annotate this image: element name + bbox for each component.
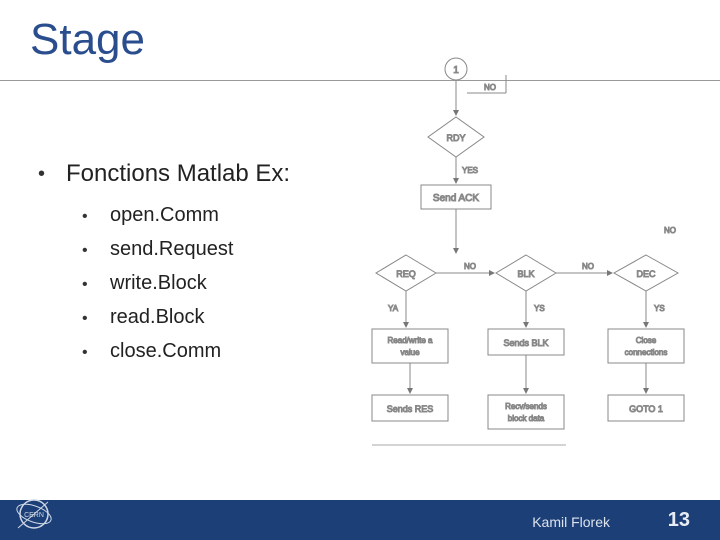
- logo-text: CERN: [24, 512, 44, 519]
- flow-sends-res: Sends RES: [387, 404, 434, 414]
- bullet-icon: •: [82, 340, 110, 366]
- bullet-icon: •: [82, 204, 110, 230]
- flow-dec: DEC: [636, 269, 656, 279]
- bullet-icon: •: [82, 306, 110, 332]
- svg-text:Read/write a: Read/write a: [388, 336, 433, 345]
- bullet-icon: •: [82, 272, 110, 298]
- content-block: • Fonctions Matlab Ex: •open.Comm •send.…: [38, 160, 368, 374]
- flow-no-1: NO: [464, 262, 476, 271]
- flow-no-side: NO: [664, 226, 676, 235]
- function-list: •open.Comm •send.Request •write.Block •r…: [82, 204, 368, 366]
- bullet-icon: •: [38, 160, 66, 188]
- flow-ys-2: YS: [654, 304, 665, 313]
- flow-sends-blk: Sends BLK: [503, 338, 548, 348]
- slide: Stage • Fonctions Matlab Ex: •open.Comm …: [0, 0, 720, 540]
- cern-logo-icon: CERN: [14, 494, 54, 534]
- flow-no-2: NO: [582, 262, 594, 271]
- footer-author: Kamil Florek: [532, 514, 610, 530]
- slide-title: Stage: [30, 15, 145, 65]
- list-item: •read.Block: [82, 306, 368, 332]
- fn-closecomm: close.Comm: [110, 340, 221, 363]
- fn-writeblock: write.Block: [110, 272, 207, 295]
- flow-rdy: RDY: [446, 133, 465, 143]
- list-item: •write.Block: [82, 272, 368, 298]
- list-item: •send.Request: [82, 238, 368, 264]
- svg-text:value: value: [400, 348, 420, 357]
- flow-req: REQ: [396, 269, 416, 279]
- svg-text:Close: Close: [636, 336, 657, 345]
- list-item: •open.Comm: [82, 204, 368, 230]
- section-heading: Fonctions Matlab Ex:: [66, 160, 290, 188]
- flow-start-out: NO: [484, 83, 496, 92]
- footer-bar: [0, 500, 720, 540]
- footer-page-number: 13: [668, 509, 690, 532]
- fn-readblock: read.Block: [110, 306, 205, 329]
- fn-opencomm: open.Comm: [110, 204, 219, 227]
- flow-blk: BLK: [517, 269, 534, 279]
- flow-ya-1: YA: [388, 304, 399, 313]
- list-item: •close.Comm: [82, 340, 368, 366]
- flow-send-ack: Send ACK: [433, 193, 479, 204]
- heading-row: • Fonctions Matlab Ex:: [38, 160, 368, 188]
- fn-sendrequest: send.Request: [110, 238, 233, 261]
- svg-text:Recv/sends: Recv/sends: [505, 402, 547, 411]
- flow-ys-1: YS: [534, 304, 545, 313]
- svg-text:connections: connections: [625, 348, 668, 357]
- flowchart-diagram: 1 NO RDY YES Send ACK NO REQ BLK DEC: [366, 55, 706, 455]
- flow-start: 1: [453, 65, 459, 76]
- flow-goto: GOTO 1: [629, 404, 663, 414]
- flow-rdy-yes: YES: [462, 166, 478, 175]
- svg-text:block data: block data: [508, 414, 545, 423]
- bullet-icon: •: [82, 238, 110, 264]
